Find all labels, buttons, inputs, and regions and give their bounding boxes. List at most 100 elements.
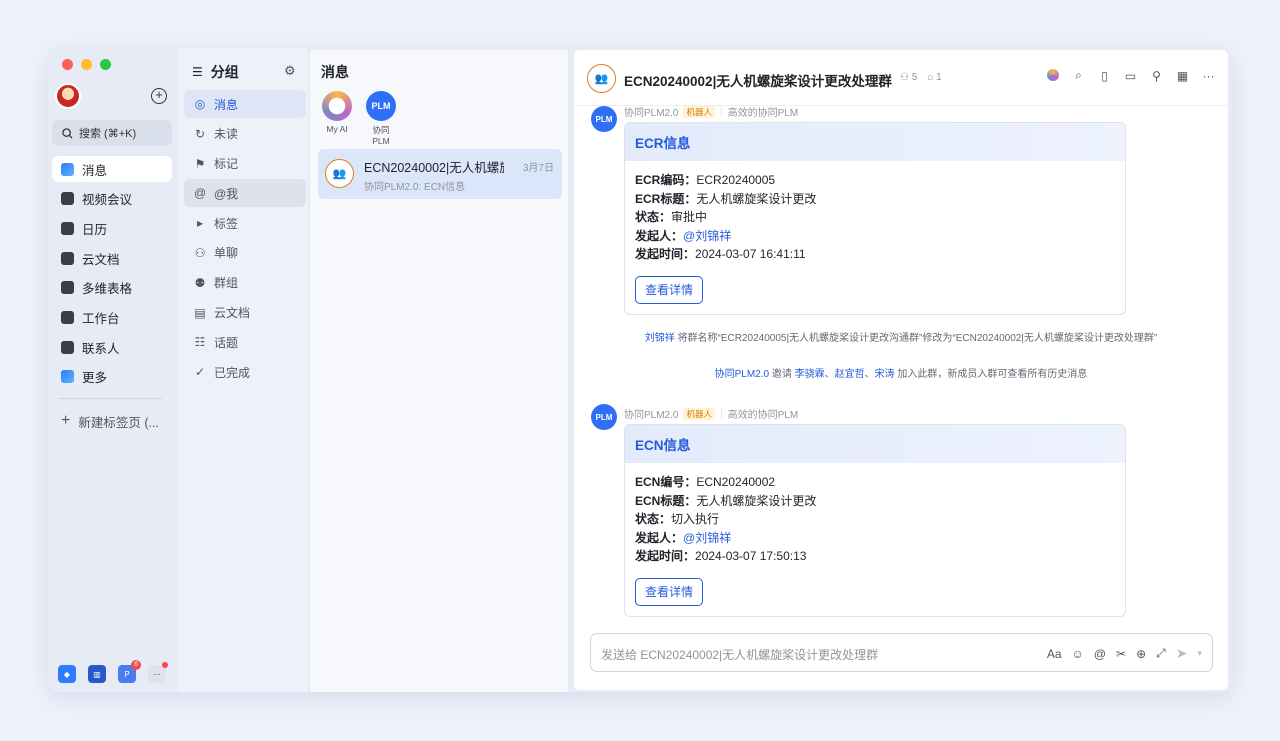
user-link[interactable]: 赵宜哲: [835, 369, 865, 380]
doc-icon: ▤: [194, 305, 206, 320]
nav-item-cloud-docs[interactable]: 云文档: [52, 245, 172, 271]
window-controls: [62, 59, 111, 70]
nav-item-base[interactable]: 多维表格: [52, 275, 172, 301]
field-label: ECN编号：: [635, 475, 697, 489]
conversation-item[interactable]: 👥 ECN20240002|无人机螺旋桨设计更改处理群 3月7日 协同PLM2.…: [318, 149, 562, 199]
sender-name[interactable]: 协同PLM2.0: [624, 104, 678, 119]
video-call-icon[interactable]: ▭: [1123, 68, 1138, 83]
nav-item-contacts[interactable]: 联系人: [52, 334, 172, 360]
mention-link[interactable]: @刘锦祥: [683, 229, 731, 243]
minimize-window-button[interactable]: [81, 59, 92, 70]
divider: [58, 398, 162, 399]
bot-avatar[interactable]: PLM: [591, 106, 617, 132]
bot-count[interactable]: ⌂ 1: [927, 72, 941, 83]
collapse-menu-icon[interactable]: ☰: [192, 65, 203, 79]
bot-tag: 机器人: [683, 105, 715, 118]
nav-label: 联系人: [82, 341, 120, 356]
dock-more-icon[interactable]: ···: [148, 662, 168, 683]
chat-title[interactable]: ECN20240002|无人机螺旋桨设计更改处理群: [624, 70, 892, 90]
view-details-button[interactable]: 查看详情: [635, 577, 703, 606]
group-item-label: 消息: [214, 97, 239, 112]
group-item-messages[interactable]: ◎ 消息: [184, 90, 306, 118]
field-value: 无人机螺旋桨设计更改: [696, 191, 817, 206]
my-ai-icon: [322, 91, 352, 121]
group-item-mentions[interactable]: @ @我: [184, 179, 306, 208]
new-tab-button[interactable]: + 新建标签页 (...: [52, 408, 172, 434]
mention-link[interactable]: @刘锦祥: [683, 531, 731, 545]
group-item-direct[interactable]: ⚇ 单聊: [184, 239, 306, 267]
dock-p-app-icon[interactable]: P6: [118, 660, 141, 683]
add-member-icon[interactable]: ⚲: [1149, 68, 1164, 83]
search-label: 搜索 (⌘+K): [79, 128, 137, 140]
dock-chart-app-icon[interactable]: ▥: [88, 665, 106, 683]
composer-placeholder[interactable]: 发送给 ECN20240002|无人机螺旋桨设计更改处理群: [601, 646, 878, 663]
expand-icon[interactable]: ⤢: [1156, 646, 1166, 661]
user-link[interactable]: 协同PLM2.0: [715, 369, 769, 380]
group-item-label: 未读: [214, 127, 239, 142]
sender-name[interactable]: 协同PLM2.0: [624, 406, 678, 421]
send-options-chevron-icon[interactable]: ▾: [1197, 648, 1202, 659]
field-value: 审批中: [671, 210, 708, 224]
field-label: 发起时间：: [635, 247, 696, 261]
group-item-label: 单聊: [214, 246, 239, 261]
document-icon[interactable]: ▯: [1097, 68, 1112, 83]
search-button[interactable]: 搜索 (⌘+K): [52, 120, 172, 146]
card-row: ECN编号：ECN20240002: [635, 473, 1115, 492]
field-label: 发起人：: [635, 530, 684, 545]
nav-item-more[interactable]: 更多: [52, 364, 172, 390]
more-options-icon[interactable]: ···: [1201, 68, 1216, 83]
zoom-window-button[interactable]: [100, 59, 111, 70]
user-link[interactable]: 刘锦祥: [645, 333, 675, 344]
group-item-topics[interactable]: ☷ 话题: [184, 328, 306, 356]
scissors-icon[interactable]: ✂: [1116, 647, 1126, 661]
check-circle-icon: ✓: [194, 365, 206, 380]
group-item-docs[interactable]: ▤ 云文档: [184, 299, 306, 327]
search-icon: [62, 127, 73, 139]
chat-icon: ◎: [194, 97, 206, 111]
ai-orb-icon[interactable]: [1047, 69, 1059, 81]
send-icon[interactable]: ➤: [1176, 645, 1188, 662]
nav-item-messages[interactable]: 消息: [52, 156, 172, 182]
group-item-groups[interactable]: ⚉ 群组: [184, 269, 306, 297]
field-value: ECR20240005: [696, 173, 776, 187]
mention-icon[interactable]: @: [1094, 647, 1106, 661]
ecr-card: ECR信息 ECR编码：ECR20240005 ECR标题：无人机螺旋桨设计更改…: [624, 122, 1126, 315]
group-item-unread[interactable]: ↻ 未读: [184, 120, 306, 148]
user-link[interactable]: 宋涛: [875, 369, 895, 380]
dock-app-icon[interactable]: ◆: [58, 665, 76, 683]
message-composer[interactable]: 发送给 ECN20240002|无人机螺旋桨设计更改处理群 Aa ☺ @ ✂ ⊕…: [590, 633, 1213, 672]
close-window-button[interactable]: [62, 59, 73, 70]
plus-circle-icon[interactable]: +: [151, 88, 167, 104]
pinned-my-ai[interactable]: My AI: [320, 91, 354, 146]
group-item-labels[interactable]: ▸ 标签: [184, 209, 306, 237]
card-row: 状态：审批中: [635, 208, 1115, 227]
pinned-plm[interactable]: PLM 协同PLM: [364, 91, 398, 146]
calendar-icon: [61, 221, 74, 235]
text-format-icon[interactable]: Aa: [1047, 647, 1062, 661]
group-item-done[interactable]: ✓ 已完成: [184, 358, 306, 386]
calendar-icon[interactable]: ▦: [1175, 68, 1190, 83]
group-item-label: 话题: [214, 335, 239, 350]
nav-item-calendar[interactable]: 日历: [52, 215, 172, 241]
emoji-icon[interactable]: ☺: [1072, 647, 1084, 661]
caret-right-icon: ▸: [196, 216, 204, 231]
card-row: 发起时间：2024-03-07 17:50:13: [635, 547, 1115, 566]
chat-bubble-icon: [61, 162, 74, 176]
group-panel: ☰ 分组 ⚙ ◎ 消息 ↻ 未读 ⚑ 标记 @ @我 ▸ 标签 ⚇ 单聊 ⚉ 群组 ▤ 云文档 …: [178, 48, 308, 692]
group-item-flagged[interactable]: ⚑ 标记: [184, 150, 306, 178]
nav-item-workplace[interactable]: 工作台: [52, 304, 172, 330]
bot-avatar[interactable]: PLM: [591, 404, 617, 430]
view-details-button[interactable]: 查看详情: [635, 275, 703, 304]
card-row: 状态：切入执行: [635, 510, 1115, 529]
group-avatar-icon[interactable]: 👥: [587, 64, 616, 93]
workplace-grid-icon: [61, 310, 74, 324]
chat-search-icon[interactable]: ⌕: [1071, 68, 1086, 83]
at-icon: @: [194, 186, 207, 201]
nav-label: 视频会议: [82, 193, 133, 208]
user-link[interactable]: 李骁霖: [795, 369, 825, 380]
add-attachment-icon[interactable]: ⊕: [1136, 647, 1146, 661]
nav-item-video-meeting[interactable]: 视频会议: [52, 186, 172, 212]
user-avatar[interactable]: [55, 83, 81, 109]
member-count[interactable]: ⚇ 5: [900, 72, 917, 83]
gear-icon[interactable]: ⚙: [284, 63, 296, 79]
